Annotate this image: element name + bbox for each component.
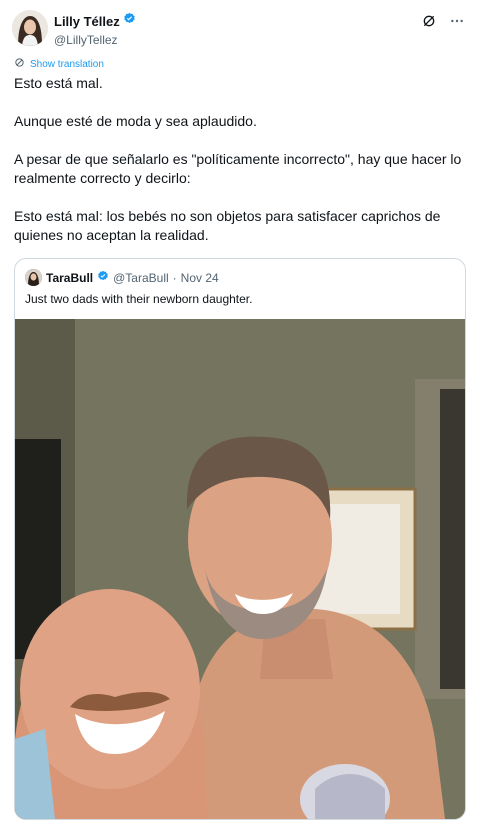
verified-badge-icon [123,12,136,30]
quoted-date: Nov 24 [180,270,219,285]
quoted-author-avatar [25,269,42,286]
author-avatar[interactable] [12,10,48,46]
more-icon[interactable] [448,12,466,30]
grok-icon[interactable] [420,12,438,30]
show-translation-label[interactable]: Show translation [30,59,104,70]
author-name-block: Lilly Téllez @LillyTellez [54,12,136,47]
show-translation-link[interactable]: Show translation [14,57,104,71]
tweet-paragraph: Esto está mal: los bebés no son objetos … [14,208,441,243]
quoted-display-name: TaraBull [46,270,94,285]
quoted-photo[interactable] [15,319,465,819]
quoted-tweet-header: TaraBull @TaraBull · Nov 24 [25,269,219,286]
quoted-tweet-card[interactable]: TaraBull @TaraBull · Nov 24 Just two dad… [14,258,466,820]
translate-icon [14,57,25,71]
tweet-header: Lilly Téllez @LillyTellez [12,8,466,48]
author-display-name[interactable]: Lilly Téllez [54,14,120,29]
quoted-separator: · [172,270,177,285]
header-actions [420,12,466,30]
tweet-body: Esto está mal. Aunque esté de moda y sea… [14,74,466,264]
author-handle[interactable]: @LillyTellez [54,33,136,47]
tweet-paragraph: Esto está mal. [14,75,103,91]
tweet-paragraph: A pesar de que señalarlo es "políticamen… [14,151,462,186]
quoted-handle: @TaraBull [113,270,169,285]
verified-badge-icon [97,270,109,285]
quoted-text: Just two dads with their newborn daughte… [25,292,253,306]
tweet-paragraph: Aunque esté de moda y sea aplaudido. [14,113,257,129]
